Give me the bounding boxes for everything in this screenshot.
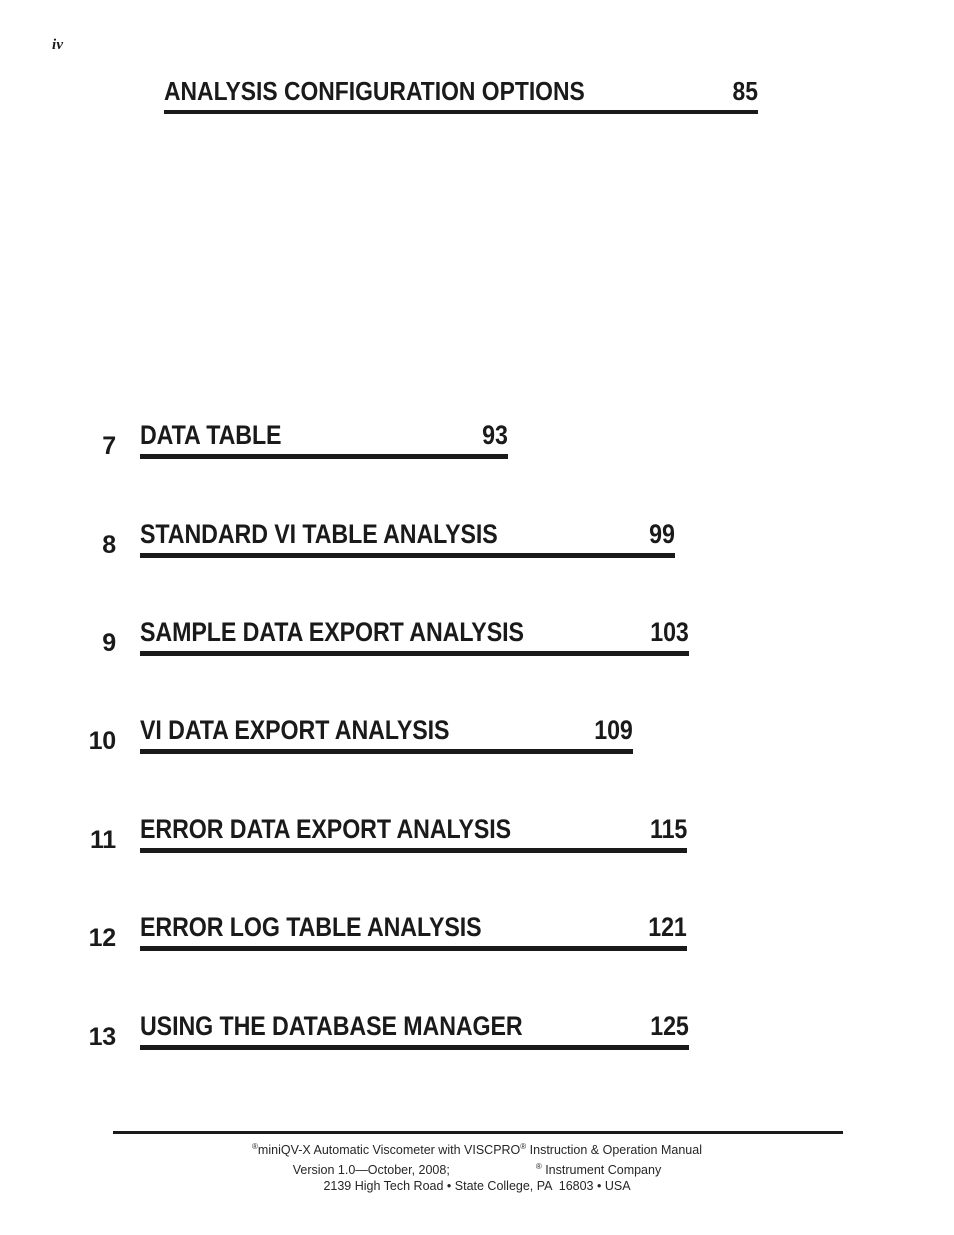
footer-divider [113,1131,843,1134]
toc-header-title: ANALYSIS CONFIGURATION OPTIONS [164,76,585,106]
toc-header-entry-line: ANALYSIS CONFIGURATION OPTIONS 85 [164,78,758,114]
footer-line-3: 2139 High Tech Road • State College, PA … [323,1179,631,1193]
toc-row[interactable]: 11 ERROR DATA EXPORT ANALYSIS 115 [80,816,712,853]
toc-chapter-number: 8 [102,531,116,559]
toc-entry-line[interactable]: DATA TABLE 93 [140,422,508,459]
toc-chapter-title: DATA TABLE [140,420,282,450]
toc-row[interactable]: 8 STANDARD VI TABLE ANALYSIS 99 [80,521,700,558]
toc-chapter-page: 99 [649,519,675,549]
footer-product-name: miniQV-X Automatic Viscometer with VISCP… [257,1143,521,1157]
toc-chapter-title: STANDARD VI TABLE ANALYSIS [140,519,498,549]
footer-line-1: ®miniQV-X Automatic Viscometer with VISC… [0,1139,954,1159]
toc-chapter-number: 11 [89,826,116,854]
toc-chapter-number: 10 [88,727,117,755]
toc-chapter-page: 109 [594,715,634,745]
toc-chapter-page: 125 [650,1011,690,1041]
toc-chapter-title: SAMPLE DATA EXPORT ANALYSIS [140,617,524,647]
page-footer: ®miniQV-X Automatic Viscometer with VISC… [0,1139,954,1195]
toc-row[interactable]: 9 SAMPLE DATA EXPORT ANALYSIS 103 [80,619,714,656]
toc-chapter-number: 12 [88,924,117,952]
toc-chapter-number: 7 [102,432,116,460]
toc-chapter-page: 121 [648,912,688,942]
toc-header-entry: ANALYSIS CONFIGURATION OPTIONS 85 [164,78,758,114]
page-folio: iv [52,37,64,53]
toc-chapter-page: 115 [649,814,687,844]
toc-row[interactable]: 13 USING THE DATABASE MANAGER 125 [80,1013,714,1050]
toc-entry-line[interactable]: ERROR DATA EXPORT ANALYSIS 115 [140,816,687,853]
toc-row[interactable]: 7 DATA TABLE 93 [80,422,532,459]
footer-company: Instrument Company [541,1162,662,1177]
toc-chapter-title: ERROR LOG TABLE ANALYSIS [140,912,482,942]
toc-chapter-page: 103 [650,617,690,647]
toc-entry-line[interactable]: ERROR LOG TABLE ANALYSIS 121 [140,914,687,951]
toc-entry-line[interactable]: SAMPLE DATA EXPORT ANALYSIS 103 [140,619,689,656]
footer-manual-type: Instruction & Operation Manual [526,1143,702,1157]
toc-entry-line[interactable]: STANDARD VI TABLE ANALYSIS 99 [140,521,675,558]
toc-chapter-title: USING THE DATABASE MANAGER [140,1011,523,1041]
footer-line-2: Version 1.0—October, 2008; ® Instrument C… [0,1159,954,1179]
footer-version: Version 1.0—October, 2008; [292,1162,450,1177]
toc-chapter-title: VI DATA EXPORT ANALYSIS [140,715,450,745]
toc-row[interactable]: 12 ERROR LOG TABLE ANALYSIS 121 [80,914,712,951]
toc-chapter-number: 13 [88,1023,117,1051]
toc-chapter-number: 9 [102,629,116,657]
toc-header-page: 85 [732,76,758,106]
toc-entry-line[interactable]: VI DATA EXPORT ANALYSIS 109 [140,717,633,754]
toc-row[interactable]: 10 VI DATA EXPORT ANALYSIS 109 [80,717,658,754]
toc-entry-line[interactable]: USING THE DATABASE MANAGER 125 [140,1013,689,1050]
toc-chapter-title: ERROR DATA EXPORT ANALYSIS [140,814,512,844]
document-page: iv ANALYSIS CONFIGURATION OPTIONS 85 7 D… [0,0,954,1235]
toc-chapter-page: 93 [482,420,508,450]
